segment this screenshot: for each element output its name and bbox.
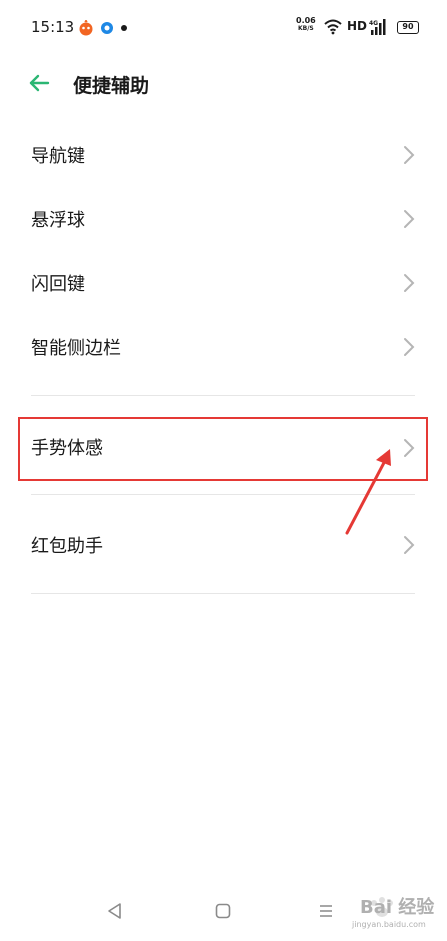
svg-text:4G: 4G: [369, 20, 378, 27]
chevron-right-icon: [404, 536, 415, 554]
menu-item-label: 红包助手: [31, 536, 103, 557]
watermark-brand: Bai 经验: [360, 897, 435, 918]
menu-item-label: 闪回键: [31, 274, 85, 295]
chevron-right-icon: [404, 146, 415, 164]
app-notification-icon: [79, 20, 93, 36]
status-bar: 15:13 0.06 KB/S HD 4G 90: [0, 0, 447, 56]
nav-home-icon[interactable]: [215, 903, 231, 919]
cellular-signal-icon: 4G: [369, 19, 386, 35]
header: 便捷辅助: [0, 56, 447, 112]
menu-item-floating-ball[interactable]: 悬浮球: [0, 187, 447, 251]
network-speed-unit: KB/S: [298, 25, 314, 32]
menu-item-flashback-key[interactable]: 闪回键: [0, 251, 447, 315]
back-arrow-icon[interactable]: [26, 70, 52, 96]
page-title: 便捷辅助: [73, 75, 150, 97]
wifi-icon: [324, 19, 342, 35]
section-divider: [31, 395, 415, 396]
network-speed: 0.06 KB/S: [296, 16, 316, 33]
menu-item-label: 导航键: [31, 146, 85, 167]
status-time: 15:13: [31, 18, 75, 36]
notification-dot-icon: [121, 25, 127, 31]
section-divider: [31, 593, 415, 594]
annotation-arrow-icon: [345, 449, 391, 535]
menu-item-smart-sidebar[interactable]: 智能侧边栏: [0, 315, 447, 379]
menu-item-label: 悬浮球: [31, 210, 85, 231]
watermark-url: jingyan.baidu.com: [352, 920, 426, 929]
chevron-right-icon: [404, 274, 415, 292]
menu-item-navigation-keys[interactable]: 导航键: [0, 123, 447, 187]
menu-item-label: 智能侧边栏: [31, 338, 121, 359]
nav-back-icon[interactable]: [106, 902, 124, 920]
hd-indicator: HD: [347, 19, 368, 33]
chevron-right-icon: [404, 338, 415, 356]
battery-indicator: 90: [397, 21, 419, 34]
app-circle-icon: [101, 22, 113, 34]
chevron-right-icon: [404, 210, 415, 228]
network-speed-value: 0.06: [296, 16, 316, 25]
